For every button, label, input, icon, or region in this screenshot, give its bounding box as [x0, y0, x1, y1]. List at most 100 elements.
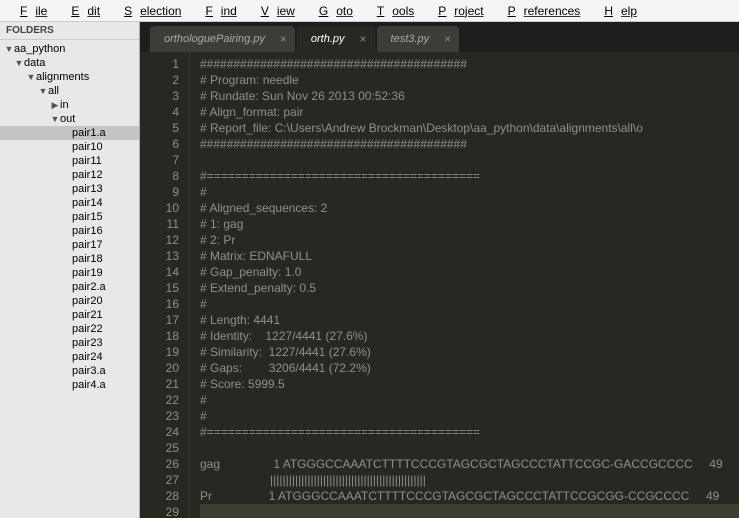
file-pair13[interactable]: pair13: [0, 182, 139, 196]
folder-aa_python[interactable]: ▼aa_python: [0, 42, 139, 56]
line-number: 12: [140, 232, 179, 248]
line-number: 7: [140, 152, 179, 168]
menu-edit[interactable]: Edit: [55, 2, 108, 20]
code-line: # Rundate: Sun Nov 26 2013 00:52:36: [200, 88, 739, 104]
line-number: 27: [140, 472, 179, 488]
code-line: # 1: gag: [200, 216, 739, 232]
file-pair23[interactable]: pair23: [0, 336, 139, 350]
folder-tree: ▼aa_python▼data▼alignments▼all▶in▼outpai…: [0, 40, 139, 392]
line-number: 11: [140, 216, 179, 232]
tree-label: data: [24, 57, 45, 69]
file-pair16[interactable]: pair16: [0, 224, 139, 238]
line-number: 3: [140, 88, 179, 104]
file-pair14[interactable]: pair14: [0, 196, 139, 210]
file-pair11[interactable]: pair11: [0, 154, 139, 168]
folder-all[interactable]: ▼all: [0, 84, 139, 98]
code-line: [200, 152, 739, 168]
code-line: ||||||||||||||||||||||||||||||||||||||||…: [200, 472, 739, 488]
tree-label: pair13: [72, 183, 103, 195]
tree-label: pair15: [72, 211, 103, 223]
line-number: 25: [140, 440, 179, 456]
line-number: 6: [140, 136, 179, 152]
tree-label: pair21: [72, 309, 103, 321]
file-pair20[interactable]: pair20: [0, 294, 139, 308]
file-pair2.a[interactable]: pair2.a: [0, 280, 139, 294]
menu-file[interactable]: File: [4, 2, 55, 20]
code-line: [200, 504, 739, 518]
tab-test3-py[interactable]: test3.py×: [377, 26, 460, 52]
line-number: 1: [140, 56, 179, 72]
line-number: 26: [140, 456, 179, 472]
menu-find[interactable]: Find: [189, 2, 244, 20]
tree-label: all: [48, 85, 59, 97]
folder-in[interactable]: ▶in: [0, 98, 139, 112]
code-content[interactable]: ########################################…: [190, 52, 739, 518]
line-number: 9: [140, 184, 179, 200]
line-number: 4: [140, 104, 179, 120]
tree-label: pair3.a: [72, 365, 106, 377]
code-line: # Matrix: EDNAFULL: [200, 248, 739, 264]
line-number: 10: [140, 200, 179, 216]
code-area[interactable]: 1234567891011121314151617181920212223242…: [140, 52, 739, 518]
folder-data[interactable]: ▼data: [0, 56, 139, 70]
file-pair1.a[interactable]: pair1.a: [0, 126, 139, 140]
tree-label: pair16: [72, 225, 103, 237]
file-pair3.a[interactable]: pair3.a: [0, 364, 139, 378]
tree-label: pair22: [72, 323, 103, 335]
close-icon[interactable]: ×: [280, 32, 287, 46]
tree-label: pair19: [72, 267, 103, 279]
menu-goto[interactable]: Goto: [303, 2, 361, 20]
file-pair15[interactable]: pair15: [0, 210, 139, 224]
sidebar-header: FOLDERS: [0, 22, 139, 40]
folder-alignments[interactable]: ▼alignments: [0, 70, 139, 84]
tree-label: pair14: [72, 197, 103, 209]
tree-label: pair1.a: [72, 127, 106, 139]
line-gutter: 1234567891011121314151617181920212223242…: [140, 52, 190, 518]
menu-tools[interactable]: Tools: [361, 2, 422, 20]
menu-bar: FileEditSelectionFindViewGotoToolsProjec…: [0, 0, 739, 22]
menu-selection[interactable]: Selection: [108, 2, 189, 20]
editor-area: orthologuePairing.py×orth.py×test3.py× 1…: [140, 22, 739, 518]
code-line: # Gap_penalty: 1.0: [200, 264, 739, 280]
code-line: # Extend_penalty: 0.5: [200, 280, 739, 296]
tab-orth-py[interactable]: orth.py ×: [297, 26, 375, 52]
code-line: # Score: 5999.5: [200, 376, 739, 392]
line-number: 15: [140, 280, 179, 296]
chevron-right-icon: ▶: [50, 100, 60, 111]
line-number: 17: [140, 312, 179, 328]
file-pair22[interactable]: pair22: [0, 322, 139, 336]
code-line: ########################################: [200, 56, 739, 72]
tree-label: in: [60, 99, 69, 111]
menu-preferences[interactable]: Preferences: [492, 2, 589, 20]
tab-orthologuePairing-py[interactable]: orthologuePairing.py×: [150, 26, 295, 52]
line-number: 24: [140, 424, 179, 440]
code-line: ########################################: [200, 136, 739, 152]
tree-label: pair17: [72, 239, 103, 251]
file-pair10[interactable]: pair10: [0, 140, 139, 154]
menu-project[interactable]: Project: [422, 2, 491, 20]
file-pair18[interactable]: pair18: [0, 252, 139, 266]
menu-view[interactable]: View: [245, 2, 303, 20]
file-pair17[interactable]: pair17: [0, 238, 139, 252]
menu-help[interactable]: Help: [588, 2, 645, 20]
line-number: 13: [140, 248, 179, 264]
tab-label: orth.py: [311, 33, 345, 45]
file-pair4.a[interactable]: pair4.a: [0, 378, 139, 392]
line-number: 2: [140, 72, 179, 88]
file-pair12[interactable]: pair12: [0, 168, 139, 182]
code-line: [200, 440, 739, 456]
sidebar: FOLDERS ▼aa_python▼data▼alignments▼all▶i…: [0, 22, 140, 518]
line-number: 18: [140, 328, 179, 344]
close-icon[interactable]: ×: [360, 32, 367, 46]
code-line: #: [200, 184, 739, 200]
tree-label: aa_python: [14, 43, 65, 55]
file-pair21[interactable]: pair21: [0, 308, 139, 322]
tree-label: out: [60, 113, 75, 125]
code-line: # Align_format: pair: [200, 104, 739, 120]
folder-out[interactable]: ▼out: [0, 112, 139, 126]
tree-label: pair11: [72, 155, 102, 167]
close-icon[interactable]: ×: [444, 32, 451, 46]
line-number: 28: [140, 488, 179, 504]
file-pair24[interactable]: pair24: [0, 350, 139, 364]
file-pair19[interactable]: pair19: [0, 266, 139, 280]
